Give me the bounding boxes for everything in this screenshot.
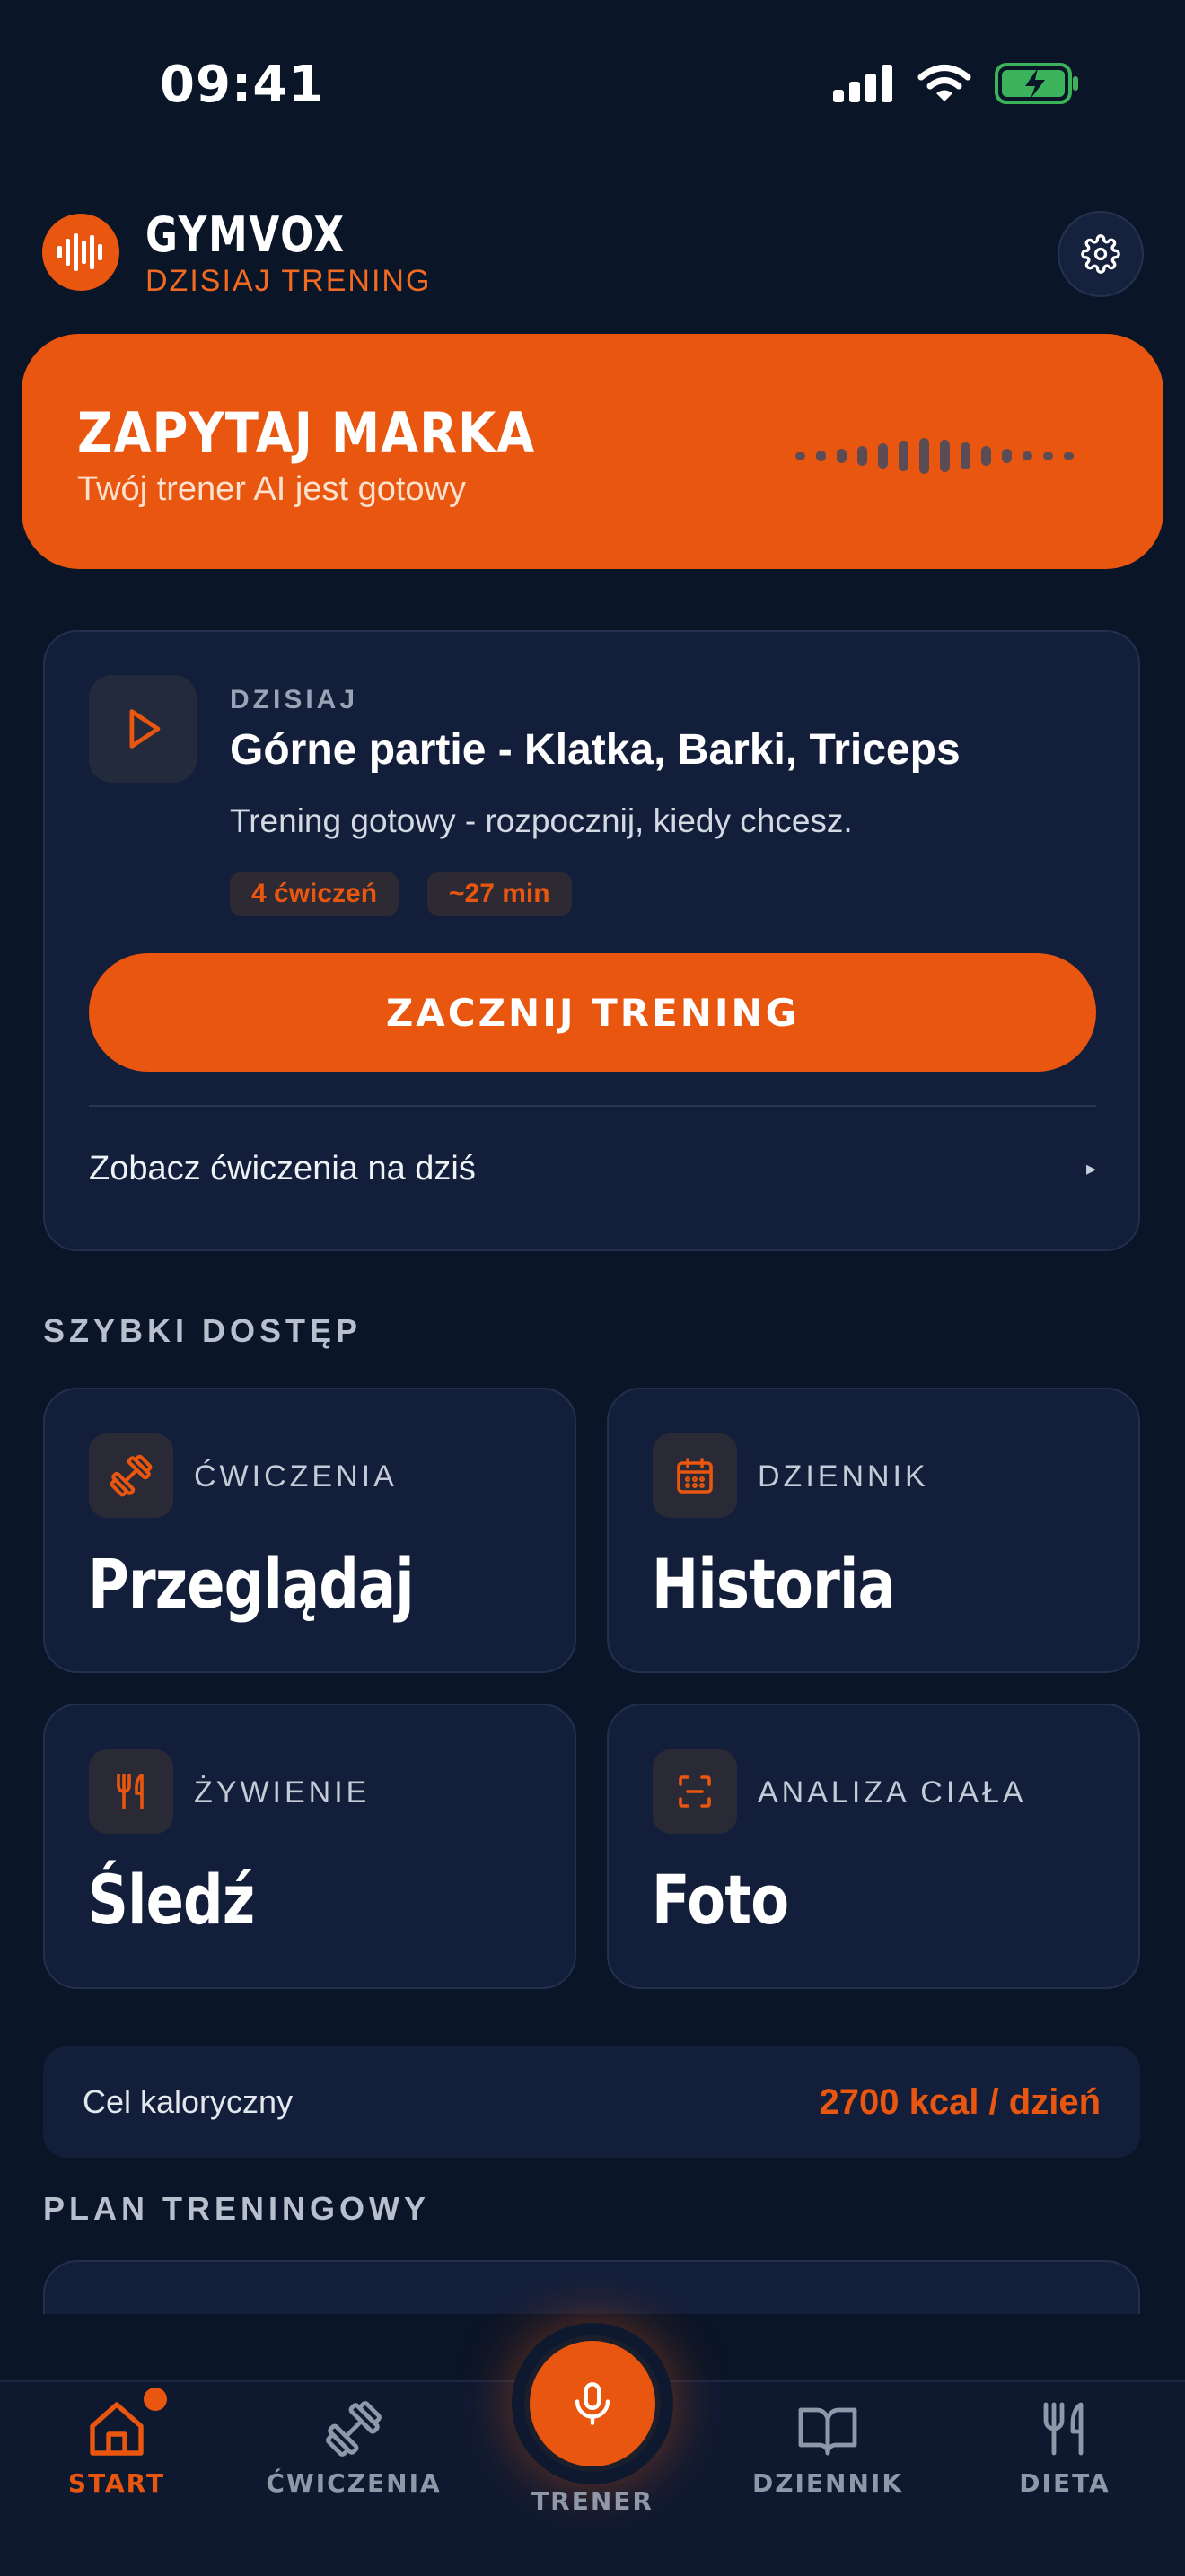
scan-icon-box	[653, 1749, 737, 1834]
calendar-icon-box	[653, 1433, 737, 1518]
wifi-icon	[917, 65, 971, 101]
battery-icon	[995, 63, 1078, 104]
calorie-goal-row[interactable]: Cel kaloryczny 2700 kcal / dzień	[43, 2046, 1140, 2158]
nav-trainer-label[interactable]: TRENER	[512, 2486, 673, 2516]
voice-wave-icon	[795, 429, 1074, 483]
tile-nutrition[interactable]	[43, 1704, 576, 1989]
calorie-goal-label: Cel kaloryczny	[83, 2083, 294, 2120]
fork-knife-icon-box	[89, 1749, 173, 1834]
divider	[89, 1105, 1096, 1107]
chevron-right-icon: ▸	[1085, 1157, 1096, 1179]
tile-journal-label: DZIENNIK	[758, 1459, 929, 1494]
duration-badge: ~27 min	[427, 872, 572, 916]
play-icon-box	[89, 675, 197, 783]
nav-diet[interactable]: DIETA	[975, 2396, 1154, 2498]
tile-nutrition-value: Śledź	[88, 1860, 255, 1940]
tile-exercises-value: Przeglądaj	[88, 1544, 415, 1624]
nav-start[interactable]: START	[27, 2396, 206, 2498]
see-exercises-link[interactable]: Zobacz ćwiczenia na dziś ▸	[89, 1127, 1096, 1210]
nav-journal[interactable]: DZIENNIK	[738, 2396, 917, 2498]
tile-exercises-label: ĆWICZENIA	[194, 1459, 398, 1494]
dumbbell-icon	[110, 1454, 153, 1497]
dumbbell-icon	[326, 2401, 382, 2457]
plan-title: PLAN TRENINGOWY	[43, 2190, 430, 2227]
see-exercises-label: Zobacz ćwiczenia na dziś	[89, 1149, 476, 1187]
start-workout-button[interactable]: ZACZNIJ TRENING	[89, 953, 1096, 1072]
trainer-mic-button[interactable]	[512, 2323, 673, 2484]
plan-card[interactable]	[43, 2260, 1140, 2314]
workout-title: Górne partie - Klatka, Barki, Triceps	[230, 726, 961, 774]
notification-dot	[144, 2388, 167, 2411]
status-icons	[833, 63, 1079, 104]
tile-journal[interactable]	[607, 1388, 1140, 1673]
microphone-icon	[575, 2382, 610, 2425]
dumbbell-icon-box	[89, 1433, 173, 1518]
nav-journal-label: DZIENNIK	[751, 2468, 904, 2498]
header-subtitle: DZISIAJ TRENING	[145, 264, 432, 298]
nav-start-label: START	[67, 2468, 166, 2498]
brand-name: GYMVOX	[145, 206, 346, 263]
today-label: DZISIAJ	[230, 685, 359, 714]
calorie-goal-value: 2700 kcal / dzień	[819, 2081, 1101, 2122]
tile-body-analysis-label: ANALIZA CIAŁA	[758, 1775, 1027, 1809]
tile-body-analysis-value: Foto	[652, 1860, 789, 1940]
signal-icon	[833, 65, 892, 102]
nav-exercises[interactable]: ĆWICZENIA	[264, 2396, 443, 2498]
tile-body-analysis[interactable]	[607, 1704, 1140, 1989]
calendar-icon	[677, 1458, 713, 1494]
status-time: 09:41	[160, 56, 325, 114]
nav-exercises-label: ĆWICZENIA	[266, 2468, 442, 2498]
scan-icon	[679, 1775, 711, 1808]
soundwave-logo-icon	[57, 233, 102, 271]
gear-icon	[1081, 234, 1120, 274]
exercise-count-badge: 4 ćwiczeń	[230, 872, 399, 916]
logo	[42, 214, 119, 291]
home-icon	[90, 2402, 144, 2456]
tile-journal-value: Historia	[652, 1544, 896, 1624]
tile-nutrition-label: ŻYWIENIE	[194, 1775, 371, 1809]
fork-knife-icon	[1043, 2402, 1084, 2456]
hero-subtitle: Twój trener AI jest gotowy	[77, 470, 466, 508]
settings-button[interactable]	[1058, 211, 1144, 297]
nav-diet-label: DIETA	[1019, 2468, 1110, 2498]
hero-title: ZAPYTAJ MARKA	[77, 400, 536, 466]
play-icon	[129, 709, 161, 749]
book-icon	[798, 2407, 857, 2456]
fork-knife-icon	[117, 1774, 144, 1809]
workout-description: Trening gotowy - rozpocznij, kiedy chces…	[230, 802, 853, 839]
mic-button-inner	[524, 2335, 661, 2472]
tile-exercises[interactable]	[43, 1388, 576, 1673]
quick-access-title: SZYBKI DOSTĘP	[43, 1312, 363, 1349]
